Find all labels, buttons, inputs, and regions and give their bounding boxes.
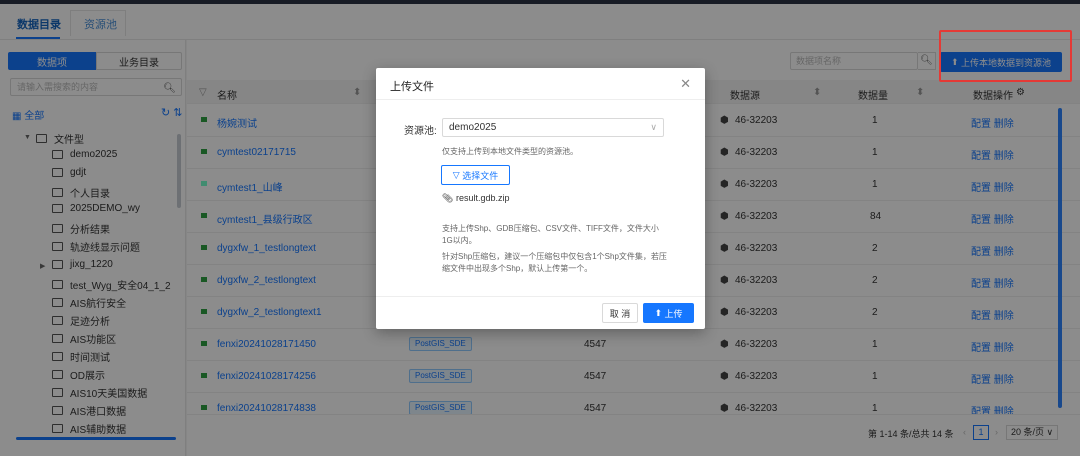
highlight-box — [939, 30, 1072, 82]
selected-file[interactable]: 📎︎ result.gdb.zip — [442, 193, 509, 204]
pool-select[interactable]: demo2025 ∨ — [442, 118, 664, 137]
choose-file-label: 选择文件 — [462, 170, 499, 181]
filter-icon: ▽ — [452, 169, 460, 180]
close-icon[interactable]: ✕ — [680, 76, 691, 92]
file-name: result.gdb.zip — [455, 193, 510, 203]
upload-icon: ⬆︎ — [654, 307, 662, 318]
upload-note-2: 针对Shp压缩包，建议一个压缩包中仅包含1个Shp文件集，若压缩文件中出现多个S… — [442, 252, 667, 273]
upload-note-1: 支持上传Shp、GDB压缩包、CSV文件、TIFF文件，文件大小1G以内。 — [442, 224, 659, 245]
paperclip-icon: 📎︎ — [442, 193, 454, 203]
dialog-divider — [376, 296, 705, 297]
dialog-header: 上传文件 ✕ — [376, 68, 705, 100]
upload-button[interactable]: ⬆︎ 上传 — [643, 303, 694, 323]
dialog-title: 上传文件 — [390, 81, 434, 93]
choose-file-button[interactable]: ▽ 选择文件 — [441, 165, 510, 185]
pool-hint: 仅支持上传到本地文件类型的资源池。 — [442, 147, 578, 156]
upload-button-label: 上传 — [664, 308, 683, 319]
chevron-down-icon: ∨ — [650, 122, 657, 132]
pool-select-value: demo2025 — [449, 122, 497, 133]
upload-file-dialog: 上传文件 ✕ 资源池: demo2025 ∨ 仅支持上传到本地文件类型的资源池。 … — [376, 68, 705, 329]
cancel-button[interactable]: 取 消 — [602, 303, 638, 323]
pool-label: 资源池: — [404, 126, 437, 137]
